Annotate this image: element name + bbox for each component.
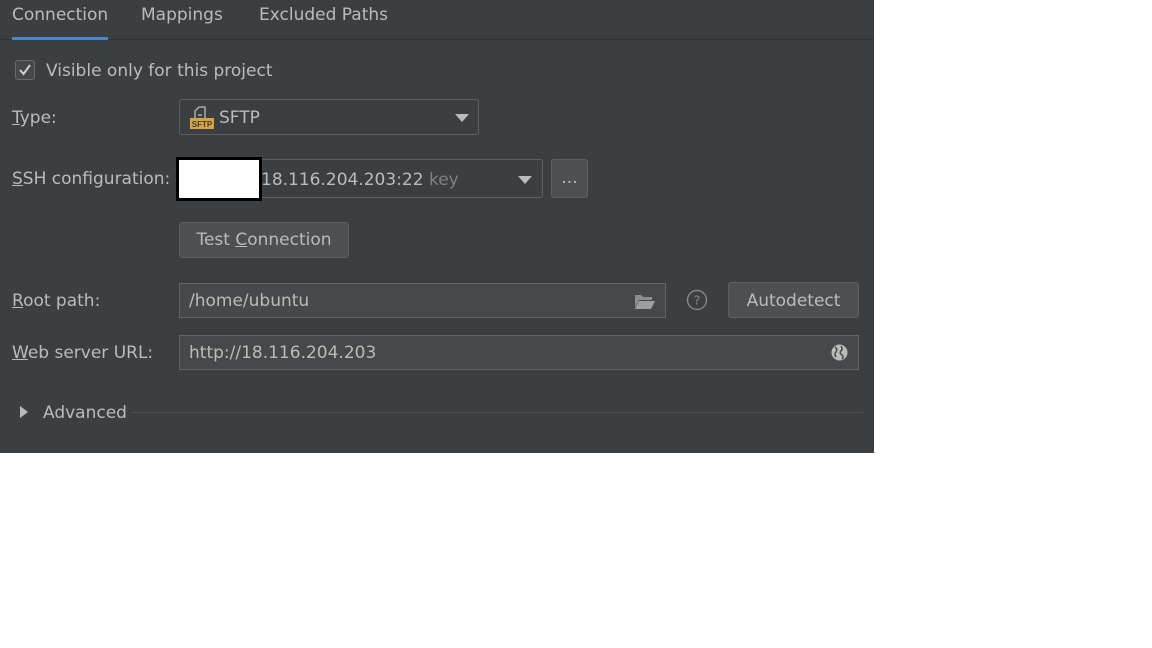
autodetect-button[interactable]: Autodetect [728, 282, 859, 318]
test-connection-button[interactable]: Test Connection [179, 222, 349, 258]
web-server-url-label: Web server URL: [12, 341, 153, 365]
web-url-label-rest: eb server URL: [27, 343, 154, 363]
type-value: SFTP [219, 108, 260, 128]
ssh-more-button[interactable]: ... [551, 159, 588, 198]
connection-settings-panel: Connection Mappings Excluded Paths Visib… [0, 0, 874, 453]
sftp-icon-text: SFTP [192, 120, 213, 129]
web-server-url-field[interactable]: http://18.116.204.203 [179, 335, 859, 370]
sftp-icon: SFTP [190, 106, 214, 129]
visible-only-label[interactable]: Visible only for this project [46, 59, 273, 83]
root-path-label-rest: oot path: [23, 291, 101, 311]
web-server-url-value: http://18.116.204.203 [189, 343, 377, 363]
ssh-configuration-dropdown[interactable]: 18.116.204.203:22 key [256, 159, 543, 198]
redacted-block [176, 157, 262, 201]
ssh-label-mnemonic: S [12, 169, 23, 189]
root-path-mnemonic: R [12, 291, 24, 311]
tab-connection[interactable]: Connection [12, 0, 109, 40]
expand-arrow-icon[interactable] [20, 406, 28, 418]
advanced-separator [131, 412, 863, 413]
tab-excluded-paths-label: Excluded Paths [259, 5, 388, 25]
web-url-mnemonic: W [12, 343, 28, 363]
test-connection-post: onnection [247, 230, 332, 250]
chevron-down-icon [455, 114, 469, 122]
type-dropdown[interactable]: SFTP SFTP [179, 99, 479, 135]
root-path-field[interactable]: /home/ubuntu [179, 283, 666, 318]
tab-mappings-label: Mappings [141, 5, 223, 25]
type-label-rest: ype: [19, 108, 57, 128]
folder-icon[interactable] [634, 292, 656, 310]
type-label-mnemonic: T [12, 108, 20, 128]
chevron-down-icon [518, 176, 532, 184]
ssh-label-rest: SH configuration: [22, 169, 171, 189]
root-path-value: /home/ubuntu [189, 291, 310, 311]
visible-only-checkbox[interactable] [15, 60, 35, 80]
help-icon[interactable]: ? [686, 289, 708, 311]
tab-bar: Connection Mappings Excluded Paths [0, 0, 874, 40]
tab-mappings[interactable]: Mappings [141, 0, 223, 39]
type-label: Type: [12, 106, 57, 130]
globe-icon[interactable] [830, 343, 849, 362]
ssh-configuration-label: SSH configuration: [12, 167, 170, 191]
advanced-label[interactable]: Advanced [43, 401, 127, 425]
ssh-configuration-value: 18.116.204.203:22 [261, 170, 424, 190]
test-connection-pre: Test [196, 230, 236, 250]
checkmark-icon [19, 64, 31, 76]
root-path-label: Root path: [12, 289, 100, 313]
tab-excluded-paths[interactable]: Excluded Paths [259, 0, 388, 39]
tab-connection-label: Connection [12, 5, 109, 25]
svg-text:?: ? [694, 294, 700, 308]
test-connection-mnemonic: C [235, 230, 248, 250]
ssh-configuration-hint: key [428, 170, 459, 190]
